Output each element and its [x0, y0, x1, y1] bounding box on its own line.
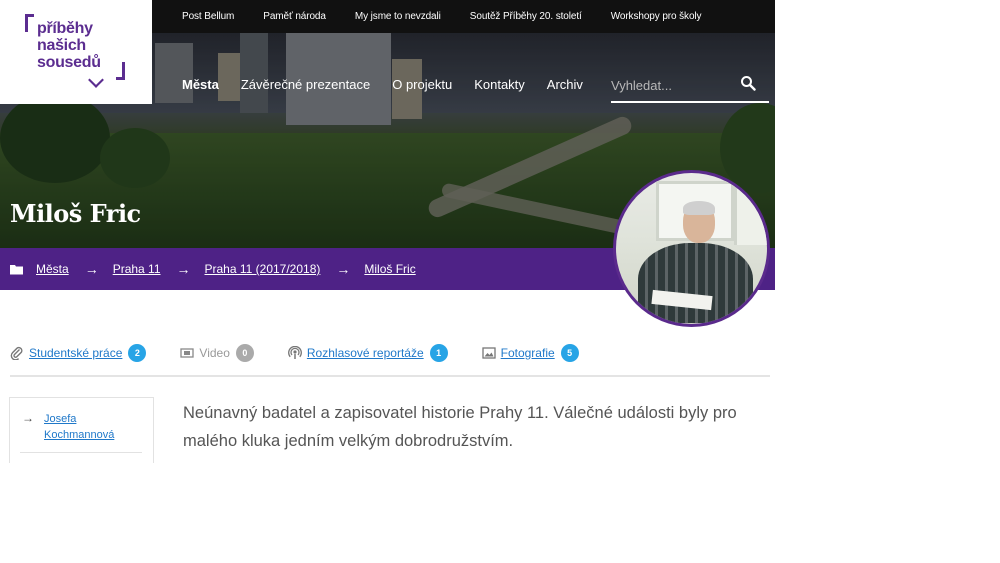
podcast-icon — [287, 346, 302, 359]
logo-text: příběhy našich sousedů — [37, 20, 101, 71]
divider — [20, 452, 142, 453]
top-links-bar: Post Bellum Paměť národa My jsme to nevz… — [152, 0, 775, 33]
tab-label: Video — [199, 346, 230, 360]
tab-label[interactable]: Rozhlasové reportáže — [307, 346, 424, 360]
breadcrumb-item[interactable]: Miloš Fric — [364, 262, 415, 276]
arrow-right-icon: → — [336, 261, 351, 277]
logo-line: sousedů — [37, 54, 101, 71]
sidebar-list: → Josefa Kochmannová — [9, 397, 154, 467]
folder-icon — [10, 264, 23, 274]
search-icon[interactable] — [740, 75, 756, 91]
search-box — [611, 70, 769, 103]
portrait-image — [616, 173, 767, 324]
portrait-photo — [613, 170, 770, 327]
nav-item-kontakty[interactable]: Kontakty — [474, 77, 525, 92]
blank-area — [0, 463, 775, 563]
arrow-right-icon: → — [22, 411, 34, 425]
top-link[interactable]: Post Bellum — [182, 11, 234, 22]
breadcrumb-item[interactable]: Praha 11 — [113, 262, 161, 276]
page-title: Miloš Fric — [10, 199, 141, 228]
tab-label[interactable]: Studentské práce — [29, 346, 122, 360]
tab-video: Video 0 — [180, 344, 254, 362]
divider — [10, 375, 770, 377]
count-badge: 5 — [560, 344, 579, 362]
logo-line: našich — [37, 37, 86, 54]
arrow-right-icon: → — [176, 261, 191, 277]
search-input[interactable] — [611, 76, 731, 94]
content-tabs: Studentské práce 2 Video 0 Rozhlasové re… — [10, 340, 770, 366]
nav-item-zaverecne-prezentace[interactable]: Závěrečné prezentace — [241, 77, 370, 92]
count-badge: 1 — [429, 344, 448, 362]
sidebar-item-link[interactable]: Josefa Kochmannová — [44, 411, 144, 443]
lead-paragraph: Neúnavný badatel a zapisovatel historie … — [183, 404, 737, 450]
nav-item-mesta[interactable]: Města — [182, 77, 219, 92]
nav-item-archiv[interactable]: Archiv — [547, 77, 583, 92]
count-badge: 2 — [128, 344, 147, 362]
nav-item-o-projektu[interactable]: O projektu — [392, 77, 452, 92]
count-badge: 0 — [235, 344, 254, 362]
portrait-figure — [683, 201, 715, 215]
top-link[interactable]: Soutěž Příběhy 20. století — [470, 11, 582, 22]
image-icon — [481, 347, 496, 359]
top-link[interactable]: Paměť národa — [263, 11, 326, 22]
logo-bracket — [25, 14, 34, 32]
tab-studentske-prace[interactable]: Studentské práce 2 — [10, 344, 147, 362]
top-link[interactable]: My jsme to nevzdali — [355, 11, 441, 22]
site-logo[interactable]: příběhy našich sousedů — [0, 0, 152, 104]
breadcrumb-item[interactable]: Města — [36, 262, 69, 276]
breadcrumb-item[interactable]: Praha 11 (2017/2018) — [205, 262, 321, 276]
logo-bracket — [116, 62, 125, 80]
tab-fotografie[interactable]: Fotografie 5 — [481, 344, 579, 362]
tab-label[interactable]: Fotografie — [501, 346, 555, 360]
paperclip-icon — [10, 346, 23, 360]
tab-rozhlasove-reportaze[interactable]: Rozhlasové reportáže 1 — [287, 344, 448, 362]
portrait-figure — [638, 243, 753, 323]
main-nav: Města Závěrečné prezentace O projektu Ko… — [182, 77, 605, 92]
arrow-right-icon: → — [84, 261, 99, 277]
portrait-window — [734, 185, 767, 245]
logo-line: příběhy — [37, 20, 93, 37]
logo-chevron-icon — [88, 72, 104, 88]
top-link[interactable]: Workshopy pro školy — [611, 11, 702, 22]
film-icon — [180, 348, 195, 358]
page: Post Bellum Paměť národa My jsme to nevz… — [0, 0, 775, 563]
